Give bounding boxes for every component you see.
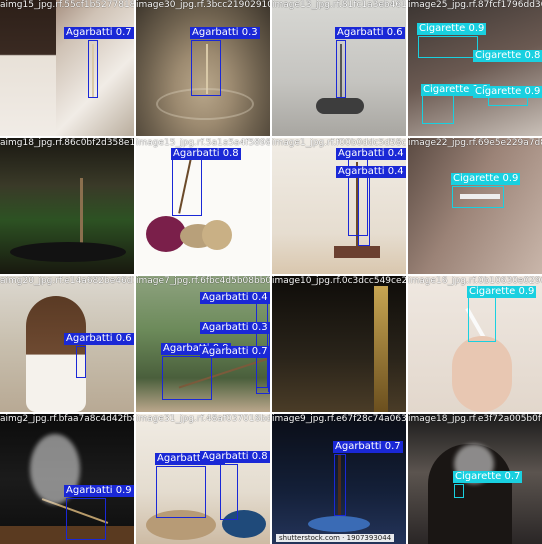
detection-box [454,484,464,498]
image-filename: image31_jpg.rf.48af037016bd6c7e [136,414,270,424]
result-tile: image9_jpg.rf.e67f28c74a063c7e shuttersto… [272,414,406,544]
detection-box [66,498,106,540]
result-tile: image10_jpg.rf.0c3dcc549ce24c [272,276,406,412]
detection-label: Cigarette 0.9 [473,86,542,98]
detection-label: Agarbatti 0.7 [64,27,134,39]
detection-label: Agarbatti 0.4 [200,292,270,304]
image-filename: image9_jpg.rf.e67f28c74a063c7e [272,414,406,424]
image-filename: image1_jpg.rf.f00b0ddc5d58c2f1c [272,138,406,148]
result-tile: image16_jpg.rf.0b10630e02966 Cigarette 0.… [408,276,542,412]
result-tile: image7_jpg.rf.6fbc4d5b08bb0d8ce79 Agarbat… [136,276,270,412]
detection-box [358,166,370,246]
image-filename: aimg2_jpg.rf.bfaa7a8c4d42fb8e [0,414,134,424]
image-filename: image16_jpg.rf.0b10630e02966 [408,276,542,286]
result-tile: aimg15_jpg.rf.55cf1b52778186b18e42399fd6… [0,0,134,136]
detection-label: Agarbatti 0.6 [335,27,405,39]
result-tile: image30_jpg.rf.3bcc21902910e6ad3e4 Agarba… [136,0,270,136]
result-tile: aimg2_jpg.rf.bfaa7a8c4d42fb8e Agarbatti 0… [0,414,134,544]
image-filename: image10_jpg.rf.0c3dcc549ce24c [272,276,406,286]
detection-label: Agarbatti 0.6 [64,333,134,345]
image-filename: image22_jpg.rf.69e5e229a7d87f1 [408,138,542,148]
detection-label: Agarbatti 0.8 [171,148,241,160]
detection-box [220,464,238,520]
detection-label: Agarbatti 0.8 [200,451,270,463]
result-tile: image13_jpg.rf.81fc1a3eb461717f10 Agarbat… [272,0,406,136]
image-filename: image30_jpg.rf.3bcc21902910e6ad3e4 [136,0,270,10]
result-tile: image15_jpg.rf.5a1a5a4f58986e2dAgarbatti… [136,138,270,274]
detection-box [418,36,478,58]
detection-box [156,466,206,518]
detection-label: Agarbatti 0.4 [336,166,406,178]
detection-label: Agarbatti 0.7 [200,346,270,358]
result-tile: image31_jpg.rf.48af037016bd6c7e Agarbatti… [136,414,270,544]
detection-label: Cigarette 0.7 [453,471,523,483]
detection-label: Cigarette 0.9 [417,23,487,35]
photo-content [0,0,134,136]
detection-label: Agarbatti 0.7 [333,441,403,453]
watermark-text: shutterstock.com · 1907393044 [276,534,395,542]
image-filename: aimg15_jpg.rf.55cf1b52778186b18e42399fd6… [0,0,134,10]
detection-box [88,40,98,98]
image-filename: aimg18_jpg.rf.86c0bf2d358e1a3a [0,138,134,148]
detection-box [172,154,202,216]
result-tile: aimg18_jpg.rf.86c0bf2d358e1a3a [0,138,134,274]
detection-label: Cigarette 0.9 [451,173,521,185]
result-tile: image18_jpg.rf.e3f72a005b0f Cigarette 0.7 [408,414,542,544]
result-tile: image22_jpg.rf.69e5e229a7d87f1 Cigarette … [408,138,542,274]
detection-label: Cigarette 0.9 [467,286,537,298]
detection-box [334,454,346,516]
result-tile: image25_jpg.rf.87fcf1796dd36c7 Cigarette … [408,0,542,136]
detection-label: Agarbatti 0.3 [190,27,260,39]
image-filename: aimg20_jpg.rf.e14a682be46d7 [0,276,134,286]
image-filename: image18_jpg.rf.e3f72a005b0f [408,414,542,424]
detection-box [76,346,86,378]
detection-label: Agarbatti 0.4 [336,148,406,160]
detection-label: Cigarette 0.8 [473,50,542,62]
image-filename: image25_jpg.rf.87fcf1796dd36c7 [408,0,542,10]
detection-box [452,186,504,208]
detection-box [336,40,346,98]
detection-label: Agarbatti 0.3 [200,322,270,334]
photo-content [272,276,406,412]
result-tile: image1_jpg.rf.f00b0ddc5d58c2f1cAgarbatti… [272,138,406,274]
prediction-grid: aimg15_jpg.rf.55cf1b52778186b18e42399fd6… [0,0,542,544]
image-filename: image13_jpg.rf.81fc1a3eb461717f10 [272,0,406,10]
photo-content [0,138,134,274]
detection-label: Agarbatti 0.9 [64,485,134,497]
detection-box [162,356,212,400]
detection-box [468,296,496,342]
image-filename: image7_jpg.rf.6fbc4d5b08bb0d8ce79 [136,276,270,286]
detection-box [191,40,221,96]
result-tile: aimg20_jpg.rf.e14a682be46d7 Agarbatti 0.6 [0,276,134,412]
image-filename: image15_jpg.rf.5a1a5a4f58986e2d [136,138,270,148]
